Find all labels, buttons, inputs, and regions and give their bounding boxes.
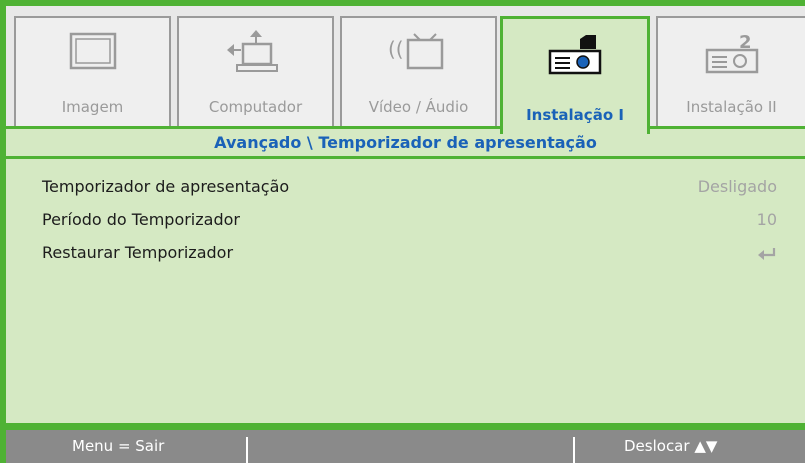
setting-row-reset-timer[interactable]: Restaurar Temporizador [6, 239, 805, 267]
setting-label: Restaurar Temporizador [42, 243, 234, 262]
tab-instalacao-2[interactable]: 2 Instalação II [656, 16, 805, 128]
tab-video-audio[interactable]: (( Vídeo / Áudio [340, 16, 497, 128]
breadcrumb: Avançado \ Temporizador de apresentação [6, 129, 805, 159]
enter-icon [757, 239, 777, 267]
projector-setup-2-icon: 2 [697, 30, 767, 84]
tab-strip: Imagem Computador ((Vídeo / Áudio Insta… [6, 6, 805, 134]
footer-divider [246, 437, 248, 463]
tab-instalacao-1[interactable]: Instalação I [500, 16, 650, 134]
projector-setup-icon [540, 31, 610, 85]
setting-row-timer-period[interactable]: Período do Temporizador 10 [6, 206, 805, 234]
navigate-hint: Deslocar ▲▼ [624, 437, 718, 455]
setting-row-presentation-timer[interactable]: Temporizador de apresentação Desligado [6, 173, 805, 201]
settings-panel: Avançado \ Temporizador de apresentação … [6, 126, 805, 423]
tab-computador[interactable]: Computador [177, 16, 334, 128]
setting-label: Temporizador de apresentação [42, 177, 290, 196]
tab-imagem[interactable]: Imagem [14, 16, 171, 128]
footer-divider [573, 437, 575, 463]
laptop-icon [221, 30, 291, 80]
setting-value: Desligado [697, 177, 777, 196]
setting-label: Período do Temporizador [42, 210, 240, 229]
menu-exit-hint: Menu = Sair [72, 437, 165, 455]
svg-text:((: (( [388, 37, 404, 61]
tab-label: Computador [208, 98, 303, 116]
tab-label: Imagem [61, 98, 124, 116]
footer-bar: Menu = Sair Deslocar ▲▼ [6, 430, 805, 463]
tab-label: Vídeo / Áudio [368, 98, 469, 116]
tab-label: Instalação I [526, 106, 624, 124]
video-audio-icon: (( [384, 30, 454, 80]
monitor-icon [63, 30, 123, 78]
osd-menu: Imagem Computador ((Vídeo / Áudio Insta… [0, 0, 805, 463]
setting-value: 10 [756, 210, 777, 229]
tab-label: Instalação II [686, 98, 777, 116]
